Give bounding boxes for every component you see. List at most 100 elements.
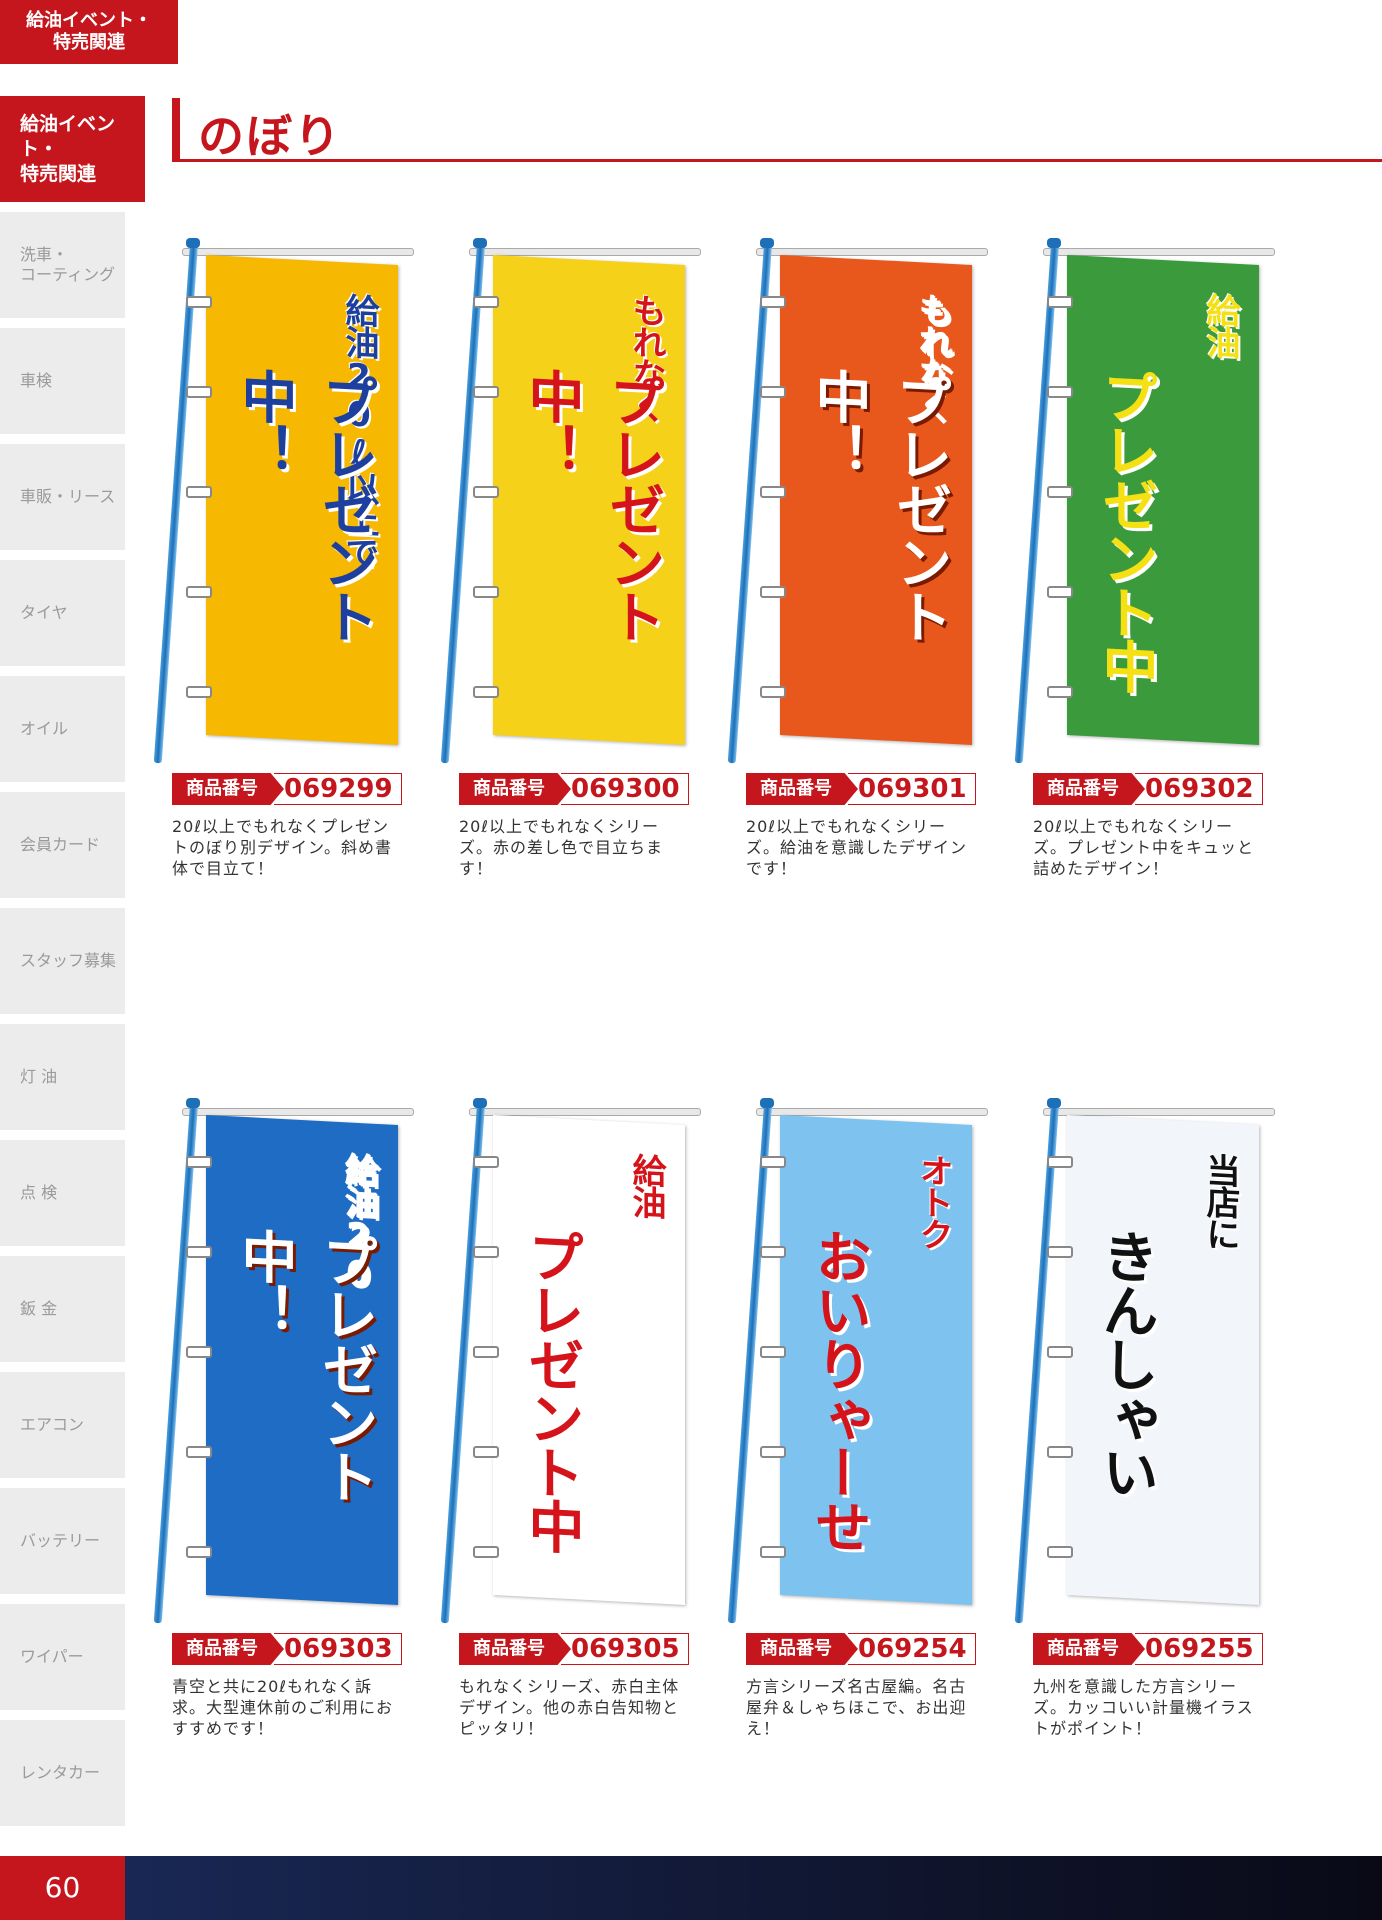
product-code-label: 商品番号: [1033, 773, 1145, 805]
flag-ring: [473, 586, 499, 598]
flag-ring: [760, 686, 786, 698]
nobori-flag-image: 当店にきんしゃい: [1014, 1096, 1275, 1626]
flag-ring: [186, 386, 212, 398]
banner-cloth: 当店にきんしゃい: [1067, 1114, 1259, 1606]
flag-ring: [186, 586, 212, 598]
product-code-row: 商品番号 069254: [746, 1632, 976, 1666]
product-description: 方言シリーズ名古屋編。名古屋弁＆しゃちほこで、お出迎え！: [746, 1677, 967, 1738]
flag-ring: [1047, 586, 1073, 598]
banner-cloth: もれなく プレゼント中！: [780, 254, 972, 746]
sidebar-item[interactable]: ワイパー: [0, 1604, 125, 1710]
product-code-label: 商品番号: [459, 1633, 571, 1665]
flag-ring: [473, 386, 499, 398]
product-description: 20ℓ以上でもれなくプレゼントのぼり別デザイン。斜め書体で目立て！: [172, 817, 393, 878]
product-code-number: 069302: [1135, 773, 1263, 805]
banner-main-text: プレゼント中！: [232, 1226, 378, 1504]
banner-sub-text: オトク: [913, 1151, 953, 1251]
product-code-label: 商品番号: [746, 1633, 858, 1665]
nobori-flag-image: 給油 プレゼント中: [440, 1096, 701, 1626]
nobori-flag-image: もれなく プレゼント中！: [727, 236, 988, 766]
nobori-flag-image: 給油20ℓ以上で プレゼント中！: [153, 236, 414, 766]
title-underline: [172, 159, 1382, 162]
product-code-row: 商品番号 069303: [172, 1632, 402, 1666]
product-code-number: 069299: [274, 773, 402, 805]
title-accent-bar: [172, 98, 180, 160]
sidebar-item[interactable]: 車販・リース: [0, 444, 125, 550]
flag-ring: [186, 1546, 212, 1558]
banner-sub-text: 給油: [1200, 291, 1240, 359]
flag-ring: [760, 296, 786, 308]
page-number: 60: [0, 1856, 125, 1920]
flag-ring: [1047, 296, 1073, 308]
flag-ring: [1047, 1246, 1073, 1258]
sidebar-item[interactable]: 会員カード: [0, 792, 125, 898]
flag-ring: [473, 1246, 499, 1258]
product-code-label: 商品番号: [172, 773, 284, 805]
sidebar-item[interactable]: 点 検: [0, 1140, 125, 1246]
sidebar-item[interactable]: 灯 油: [0, 1024, 125, 1130]
banner-main-text: プレゼント中: [519, 1226, 584, 1554]
banner-main-text: プレゼント中！: [519, 366, 665, 644]
flag-ring: [473, 1156, 499, 1168]
flag-ring: [760, 1346, 786, 1358]
section-tab[interactable]: 給油イベント・ 特売関連: [0, 0, 178, 64]
flag-ring: [760, 386, 786, 398]
nobori-flag-image: 給油 プレゼント中: [1014, 236, 1275, 766]
product-code-row: 商品番号 069255: [1033, 1632, 1263, 1666]
banner-main-text: プレゼント中！: [806, 366, 952, 644]
sidebar-item[interactable]: オイル: [0, 676, 125, 782]
sidebar-item[interactable]: 洗車・ コーティング: [0, 212, 125, 318]
page-title: のぼり: [198, 109, 342, 163]
flag-ring: [1047, 1346, 1073, 1358]
banner-cloth: もれなく プレゼント中！: [493, 254, 685, 746]
product-code-number: 069300: [561, 773, 689, 805]
banner-cloth: 給油20 プレゼント中！: [206, 1114, 398, 1606]
product-code-label: 商品番号: [172, 1633, 284, 1665]
flag-ring: [473, 1546, 499, 1558]
product-code-row: 商品番号 069302: [1033, 772, 1263, 806]
flag-ring: [760, 1546, 786, 1558]
flag-ring: [1047, 1546, 1073, 1558]
sidebar-item[interactable]: レンタカー: [0, 1720, 125, 1826]
flag-ring: [186, 486, 212, 498]
flag-ring: [186, 686, 212, 698]
product-code-number: 069303: [274, 1633, 402, 1665]
banner-cloth: 給油 プレゼント中: [493, 1114, 685, 1606]
banner-sub-text: 当店に: [1200, 1151, 1240, 1251]
flag-ring: [186, 1346, 212, 1358]
section-tab-line1: 給油イベント・: [26, 10, 152, 31]
flag-ring: [760, 586, 786, 598]
banner-main-text: おいりゃーせ: [806, 1226, 871, 1554]
sidebar-item[interactable]: 鈑 金: [0, 1256, 125, 1362]
flag-pole-cap: [760, 1098, 774, 1108]
page-header: のぼり: [172, 98, 1382, 164]
sidebar-item[interactable]: スタッフ募集: [0, 908, 125, 1014]
product-description: 青空と共に20ℓもれなく訴求。大型連休前のご利用におすすめです！: [172, 1677, 394, 1738]
product-description: もれなくシリーズ、赤白主体デザイン。他の赤白告知物とピッタリ！: [459, 1677, 680, 1738]
sidebar-item[interactable]: バッテリー: [0, 1488, 125, 1594]
flag-ring: [760, 1156, 786, 1168]
product-description: 九州を意識した方言シリーズ。カッコいい計量機イラストがポイント！: [1033, 1677, 1254, 1738]
flag-ring: [760, 486, 786, 498]
product-description: 20ℓ以上でもれなくシリーズ。プレゼント中をキュッと詰めたデザイン！: [1033, 817, 1255, 878]
product-description: 20ℓ以上でもれなくシリーズ。給油を意識したデザインです！: [746, 817, 968, 878]
nobori-flag-image: 給油20 プレゼント中！: [153, 1096, 414, 1626]
flag-ring: [1047, 486, 1073, 498]
sidebar-item[interactable]: エアコン: [0, 1372, 125, 1478]
sidebar-item[interactable]: 車検: [0, 328, 125, 434]
product-code-number: 069305: [561, 1633, 689, 1665]
nobori-flag-image: もれなく プレゼント中！: [440, 236, 701, 766]
sidebar-item[interactable]: 給油イベント・ 特売関連: [0, 96, 145, 202]
sidebar-item[interactable]: タイヤ: [0, 560, 125, 666]
flag-ring: [186, 296, 212, 308]
flag-ring: [760, 1446, 786, 1458]
flag-pole-cap: [186, 238, 200, 248]
nobori-flag-image: オトクおいりゃーせ: [727, 1096, 988, 1626]
product-description: 20ℓ以上でもれなくシリーズ。赤の差し色で目立ちます！: [459, 817, 664, 878]
flag-ring: [1047, 1156, 1073, 1168]
flag-ring: [473, 486, 499, 498]
flag-ring: [473, 1346, 499, 1358]
banner-main-text: きんしゃい: [1093, 1226, 1158, 1500]
banner-cloth: 給油 プレゼント中: [1067, 254, 1259, 746]
flag-ring: [473, 686, 499, 698]
